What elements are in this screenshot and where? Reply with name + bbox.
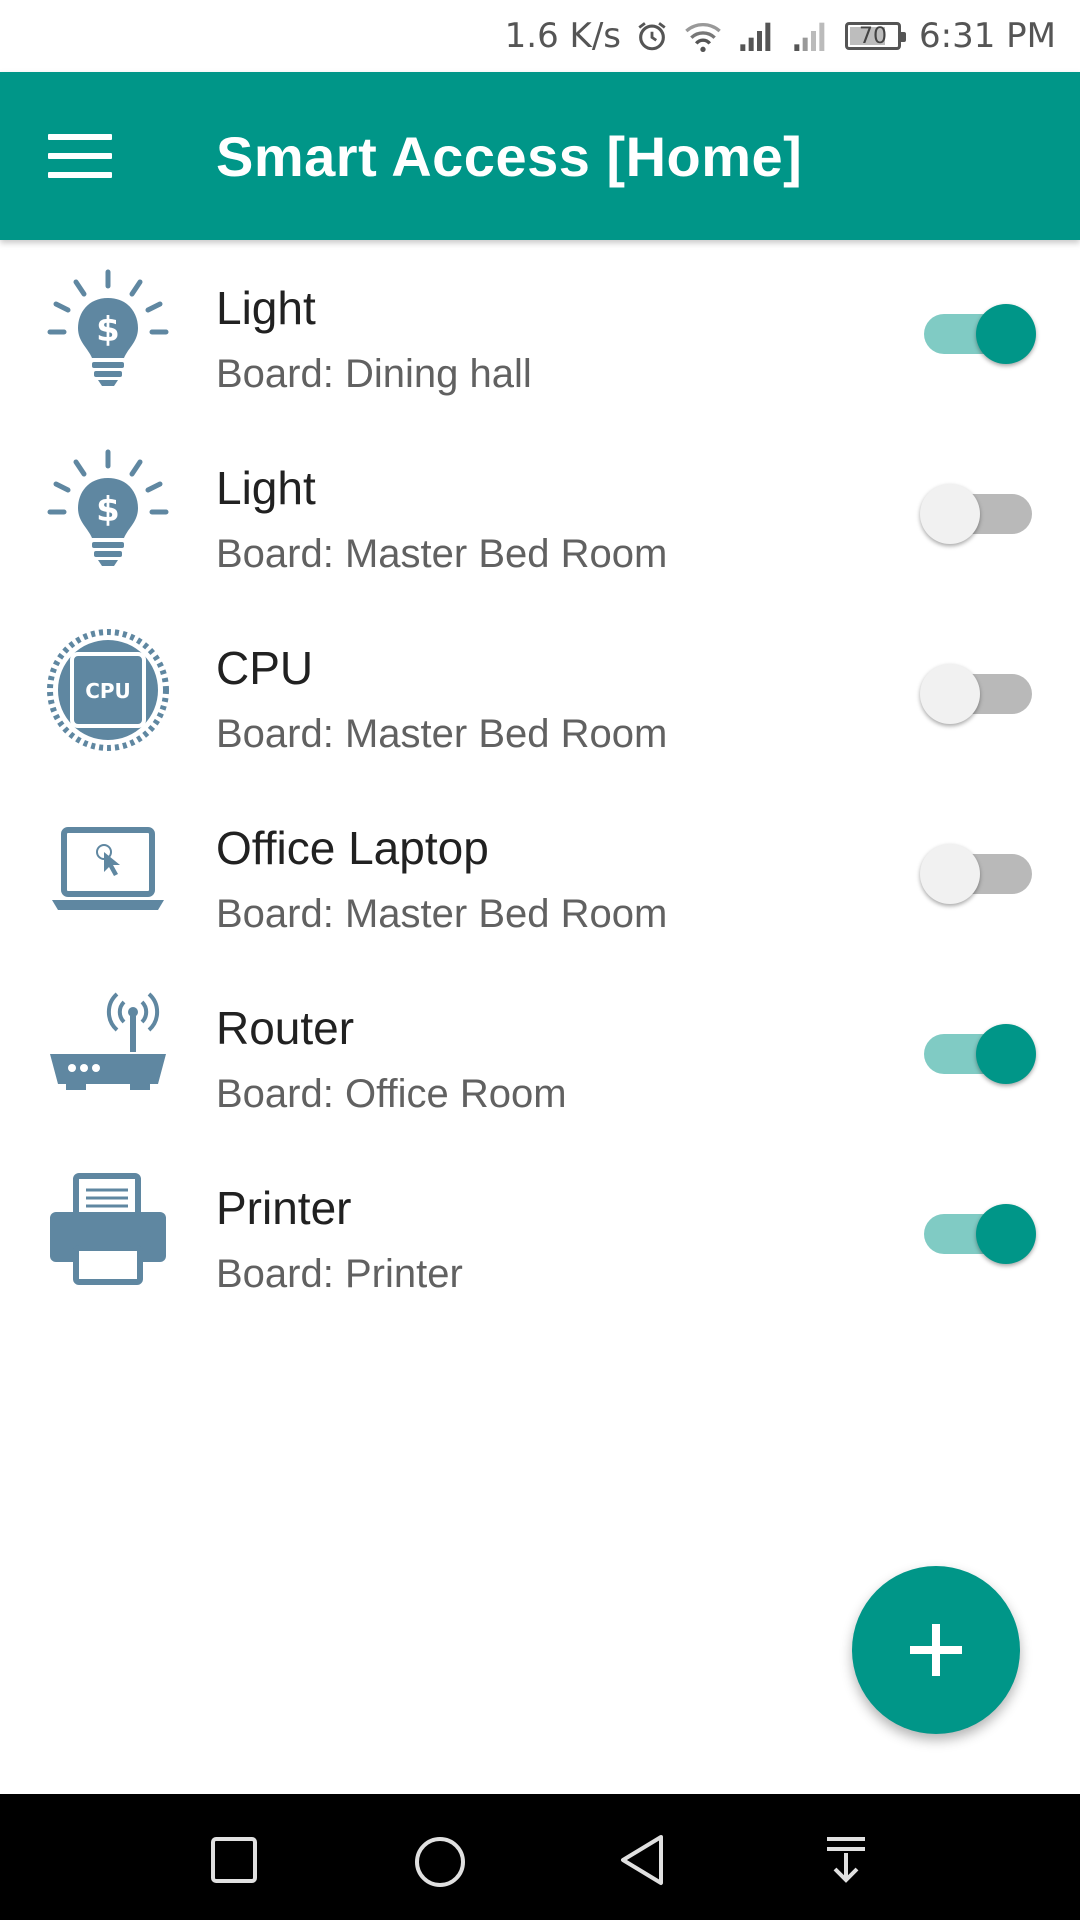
navigation-bar [0, 1794, 1080, 1920]
svg-text:$: $ [96, 490, 120, 530]
battery-level: 70 [859, 23, 887, 49]
list-item[interactable]: $ Light Board: Dining hall [0, 240, 1080, 420]
switch-thumb [976, 1204, 1036, 1264]
device-name: Printer [216, 1182, 352, 1234]
page-title: Smart Access [Home] [216, 124, 803, 188]
list-item[interactable]: CPU CPU Board: Master Bed Room [0, 600, 1080, 780]
signal-icon [737, 19, 777, 53]
back-icon[interactable] [614, 1832, 670, 1888]
list-item[interactable]: $ Light Board: Master Bed Room [0, 420, 1080, 600]
printer-icon [46, 1168, 170, 1292]
svg-text:CPU: CPU [85, 679, 131, 703]
home-icon[interactable] [410, 1832, 470, 1892]
cpu-icon: CPU [46, 628, 170, 752]
hamburger-menu-icon[interactable] [48, 134, 112, 178]
alarm-icon [635, 19, 669, 53]
lightbulb-icon: $ [46, 268, 170, 392]
recents-icon[interactable] [206, 1832, 262, 1888]
laptop-icon [46, 808, 170, 932]
device-board: Board: Printer [216, 1252, 463, 1296]
device-board: Board: Master Bed Room [216, 712, 668, 756]
switch-thumb [920, 844, 980, 904]
device-toggle-switch[interactable] [920, 482, 1032, 544]
list-item[interactable]: Office Laptop Board: Master Bed Room [0, 780, 1080, 960]
app-bar: Smart Access [Home] [0, 72, 1080, 240]
switch-thumb [976, 304, 1036, 364]
device-toggle-switch[interactable] [924, 302, 1036, 364]
device-board: Board: Master Bed Room [216, 532, 668, 576]
lightbulb-icon: $ [46, 448, 170, 572]
list-item[interactable]: Router Board: Office Room [0, 960, 1080, 1140]
add-device-button[interactable] [852, 1566, 1020, 1734]
switch-thumb [920, 484, 980, 544]
device-text: Light Board: Master Bed Room [216, 462, 667, 578]
switch-thumb [920, 664, 980, 724]
plus-icon [910, 1624, 962, 1676]
switch-thumb [976, 1024, 1036, 1084]
device-toggle-switch[interactable] [924, 1202, 1036, 1264]
device-board: Board: Master Bed Room [216, 892, 668, 936]
device-board: Board: Office Room [216, 1072, 567, 1116]
device-name: Light [216, 462, 316, 514]
device-text: Light Board: Dining hall [216, 282, 532, 398]
device-toggle-switch[interactable] [920, 842, 1032, 904]
device-name: Office Laptop [216, 822, 489, 874]
signal-weak-icon [791, 19, 831, 53]
status-bar: 1.6 K/s 70 6:31 PM [0, 0, 1080, 72]
clock: 6:31 PM [919, 16, 1056, 56]
device-name: Light [216, 282, 316, 334]
list-item[interactable]: Printer Board: Printer [0, 1140, 1080, 1320]
battery-icon: 70 [845, 22, 906, 50]
device-text: Office Laptop Board: Master Bed Room [216, 822, 667, 938]
device-toggle-switch[interactable] [924, 1022, 1036, 1084]
device-list: $ Light Board: Dining hall $ Light Board: Mas… [0, 240, 1080, 1320]
notification-pull-icon[interactable] [818, 1832, 874, 1888]
device-toggle-switch[interactable] [920, 662, 1032, 724]
device-name: CPU [216, 642, 314, 694]
device-text: Router Board: Office Room [216, 1002, 567, 1118]
device-name: Router [216, 1002, 355, 1054]
router-icon [46, 988, 170, 1112]
device-text: Printer Board: Printer [216, 1182, 463, 1298]
wifi-icon [683, 19, 723, 53]
network-speed: 1.6 K/s [504, 16, 621, 56]
device-text: CPU Board: Master Bed Room [216, 642, 667, 758]
device-board: Board: Dining hall [216, 352, 532, 396]
svg-text:$: $ [96, 310, 120, 350]
